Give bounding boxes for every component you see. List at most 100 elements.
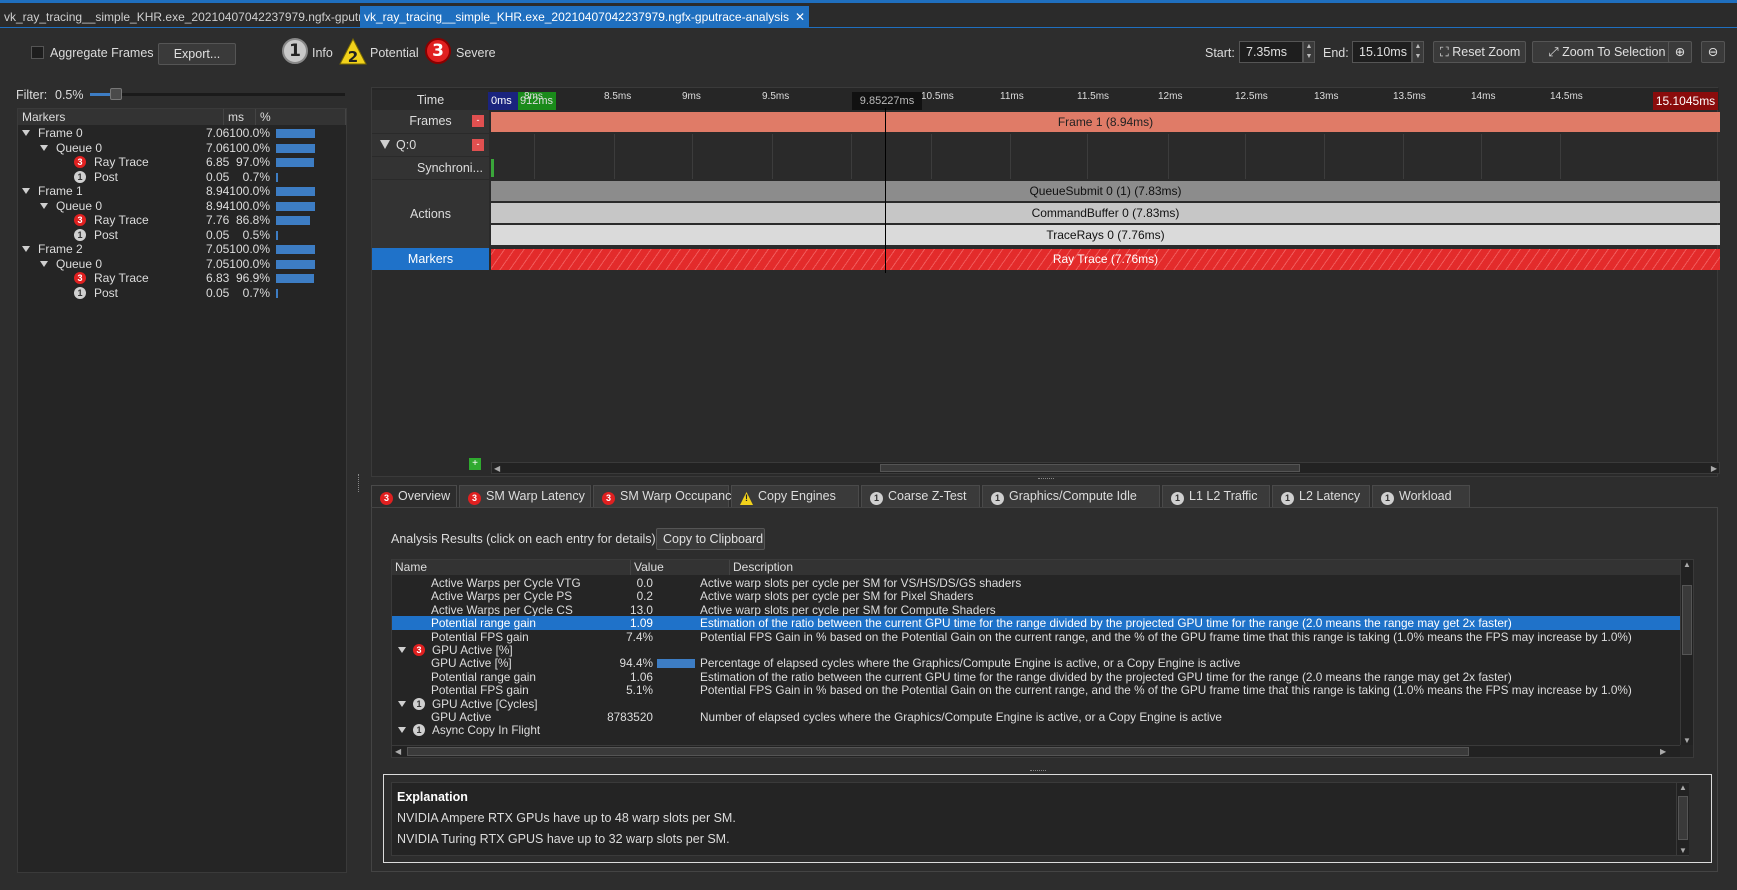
queue-label: Q:0	[396, 138, 417, 152]
start-time-input[interactable]: 7.35ms	[1239, 41, 1303, 63]
filter-slider-track[interactable]	[90, 93, 345, 96]
zoom-to-selection-button[interactable]: ⤢ Zoom To Selection	[1532, 41, 1682, 63]
filter-label: Filter:	[16, 88, 48, 102]
scroll-up-icon[interactable]: ▲	[1679, 783, 1687, 792]
doc-tab-gputrace[interactable]: vk_ray_tracing__simple_KHR.exe_202104070…	[0, 6, 402, 28]
result-name: Potential FPS gain	[431, 683, 529, 698]
results-horizontal-scrollbar[interactable]: ◀ ▶	[392, 745, 1680, 757]
markers-column-header[interactable]: Markers	[18, 109, 224, 125]
analysis-tab-l2-latency[interactable]: 1 L2 Latency	[1272, 485, 1370, 508]
explanation-line: NVIDIA Ampere RTX GPUs have up to 48 war…	[397, 811, 736, 825]
range-end-marker[interactable]: 15.1045ms	[1653, 92, 1718, 110]
command-buffer-bar[interactable]: CommandBuffer 0 (7.83ms)	[491, 203, 1720, 223]
time-ruler[interactable]	[372, 88, 1719, 110]
analysis-tab-graphics-compute-idle[interactable]: 1 Graphics/Compute Idle	[982, 485, 1160, 508]
doc-tab-analysis[interactable]: vk_ray_tracing__simple_KHR.exe_202104070…	[360, 6, 810, 28]
analysis-tab-coarse-z-test[interactable]: 1 Coarse Z-Test	[861, 485, 980, 508]
info-badge-icon: 1	[1171, 492, 1184, 505]
explanation-scroll-thumb[interactable]	[1678, 796, 1688, 840]
tab-label: Copy Engines	[758, 489, 836, 503]
markers-row-label[interactable]: Markers	[372, 248, 489, 270]
result-name: Potential FPS gain	[431, 629, 529, 644]
aggregate-frames-checkbox[interactable]	[31, 46, 44, 59]
analysis-tab-sm-warp-occupancy[interactable]: 3 SM Warp Occupancy	[593, 485, 738, 508]
result-row[interactable]: Active Warps per Cycle CS 13.0 Active warp…	[392, 603, 1693, 617]
result-value-bar	[657, 659, 695, 669]
splitter-handle[interactable]	[1038, 478, 1054, 480]
results-hscroll-thumb[interactable]	[407, 747, 1469, 756]
scroll-up-icon[interactable]: ▲	[1683, 560, 1691, 569]
explanation-splitter[interactable]	[1030, 770, 1046, 772]
result-group-row[interactable]: 1 Async Copy In Flight	[392, 723, 1693, 737]
cursor-time-label: 9.85227ms	[852, 92, 922, 110]
zoom-out-icon: ⊖	[1707, 45, 1719, 59]
filter-slider-handle[interactable]	[109, 88, 122, 100]
scrollbar-thumb[interactable]	[880, 464, 1300, 472]
result-row[interactable]: Active Warps per Cycle PS 0.2 Active warp …	[392, 589, 1693, 603]
analysis-results-table: Name Value Description Active Warps per …	[391, 559, 1694, 758]
result-row[interactable]: Potential range gain 1.09 Estimation of th…	[392, 616, 1693, 631]
description-column-header[interactable]: Description	[730, 560, 1685, 575]
marker-pct-bar	[276, 201, 315, 211]
result-row[interactable]: Potential FPS gain 5.1% Potential FPS Gain…	[392, 683, 1693, 697]
collapse-frames-button[interactable]: -	[472, 115, 484, 127]
grid-line	[1245, 134, 1246, 179]
sync-event[interactable]	[491, 159, 494, 177]
scroll-down-icon[interactable]: ▼	[1683, 736, 1691, 745]
export-button[interactable]: Export...	[158, 43, 236, 65]
marker-row[interactable]: 1 Post 0.05 0.7%	[18, 285, 346, 301]
analysis-tab-sm-warp-latency[interactable]: 3 SM Warp Latency	[459, 485, 591, 508]
result-group-row[interactable]: 1 GPU Active [Cycles]	[392, 697, 1693, 711]
reset-zoom-button[interactable]: ⛶ Reset Zoom	[1433, 41, 1526, 63]
result-row[interactable]: GPU Active 8783520 Number of elapsed cycle…	[392, 710, 1693, 724]
result-row[interactable]: GPU Active [%] 94.4% Percentage of elapsed…	[392, 656, 1693, 670]
name-column-header[interactable]: Name	[392, 560, 631, 575]
end-spinner[interactable]: ▲ ▼	[1412, 41, 1424, 63]
result-value: 13.0	[630, 602, 653, 617]
vertical-splitter-handle[interactable]	[358, 474, 360, 492]
result-row[interactable]: Potential FPS gain 7.4% Potential FPS Gain…	[392, 630, 1693, 644]
explanation-title: Explanation	[397, 790, 468, 804]
add-row-button[interactable]: +	[469, 458, 481, 470]
markers-panel: Markers ms % Frame 0 7.06 100.0% Queue 0 7.0…	[17, 108, 347, 873]
result-group-name: GPU Active [%]	[432, 643, 513, 657]
marker-pct-bar	[276, 230, 278, 240]
zoom-out-button[interactable]: ⊖	[1701, 41, 1725, 63]
ms-column-header[interactable]: ms	[224, 109, 256, 125]
marker-pct-bar	[276, 288, 278, 298]
results-scroll-thumb[interactable]	[1682, 585, 1692, 655]
results-vertical-scrollbar[interactable]: ▲ ▼	[1680, 560, 1693, 745]
scroll-down-icon[interactable]: ▼	[1679, 846, 1687, 855]
result-group-row[interactable]: 3 GPU Active [%]	[392, 643, 1693, 657]
result-row[interactable]: Active Warps per Cycle VTG 0.0 Active warp…	[392, 576, 1693, 590]
trace-rays-bar[interactable]: TraceRays 0 (7.76ms)	[491, 225, 1720, 245]
pct-column-header[interactable]: %	[256, 109, 346, 125]
start-spinner[interactable]: ▲ ▼	[1303, 41, 1315, 63]
scroll-right-icon[interactable]: ▶	[1660, 747, 1666, 756]
analysis-tab-overview[interactable]: 3 Overview	[371, 485, 457, 508]
scroll-left-icon[interactable]: ◀	[494, 464, 500, 473]
close-icon[interactable]: ✕	[795, 10, 805, 24]
analysis-tab-copy-engines[interactable]: ! Copy Engines	[731, 485, 859, 508]
range-start-marker[interactable]: 0ms	[488, 92, 518, 110]
ray-trace-marker-bar[interactable]: Ray Trace (7.76ms)	[491, 249, 1720, 270]
info-legend-label: Info	[312, 46, 333, 60]
queue-submit-bar[interactable]: QueueSubmit 0 (1) (7.83ms)	[491, 181, 1720, 201]
analysis-tab-l1-l2-traffic[interactable]: 1 L1 L2 Traffic	[1162, 485, 1270, 508]
explanation-scrollbar[interactable]: ▲ ▼	[1676, 783, 1689, 855]
horizontal-scrollbar[interactable]: ◀ ▶	[491, 462, 1720, 474]
analysis-tab-workload[interactable]: 1 Workload	[1372, 485, 1470, 508]
end-time-input[interactable]: 15.10ms	[1352, 41, 1412, 63]
frame-bar[interactable]: Frame 1 (8.94ms)	[491, 112, 1720, 132]
scroll-right-icon[interactable]: ▶	[1711, 464, 1717, 473]
result-name: Potential range gain	[431, 669, 536, 684]
collapse-queue-button[interactable]: -	[472, 139, 484, 151]
zoom-in-button[interactable]: ⊕	[1668, 41, 1692, 63]
result-row[interactable]: Potential range gain 1.06 Estimation of th…	[392, 670, 1693, 684]
time-tick-label: 14.5ms	[1550, 91, 1583, 102]
value-column-header[interactable]: Value	[631, 560, 730, 575]
copy-to-clipboard-button[interactable]: Copy to Clipboard	[656, 528, 765, 550]
result-value: 1.09	[630, 616, 653, 631]
marker-pct-bar	[276, 216, 310, 225]
scroll-left-icon[interactable]: ◀	[395, 747, 401, 756]
